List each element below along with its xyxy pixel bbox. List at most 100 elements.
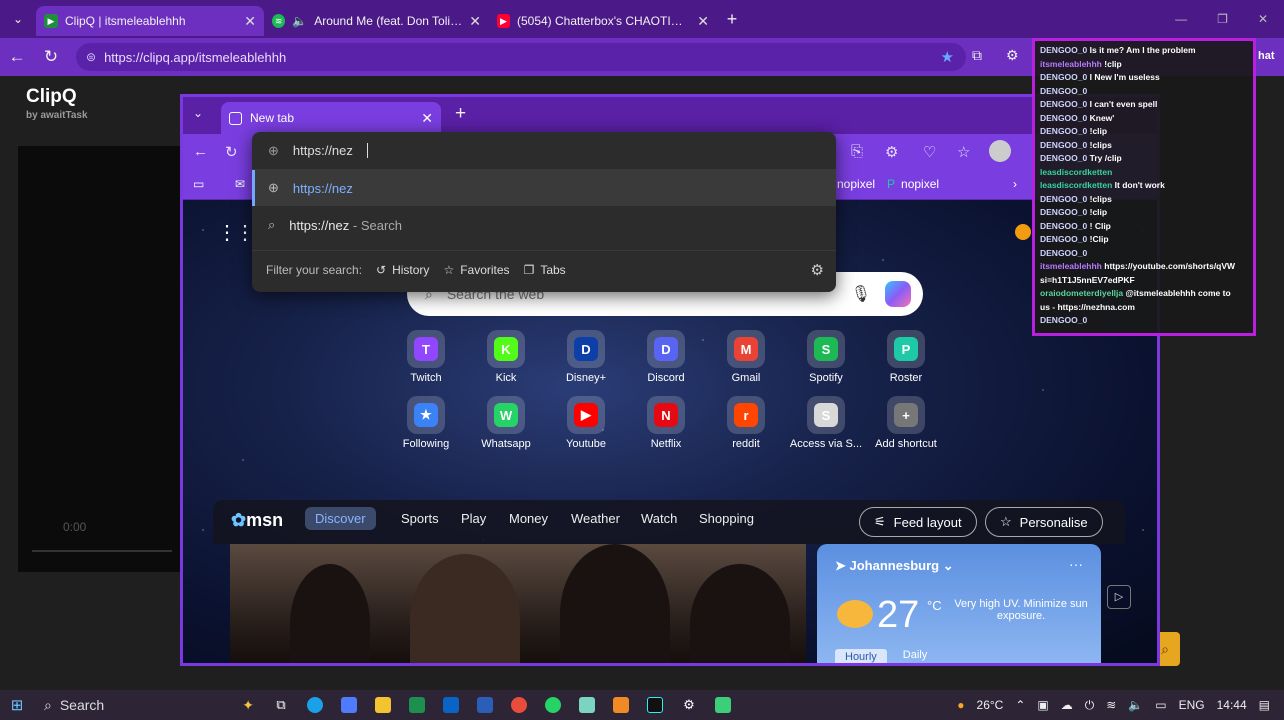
msn-tab-shopping[interactable]: Shopping [699, 511, 754, 526]
close-tab-icon[interactable]: ✕ [469, 13, 481, 30]
taskbar-weather[interactable]: 26°C [977, 698, 1004, 712]
favbar-item-nopixel-2[interactable]: Pnopixel [887, 177, 939, 191]
maximize-icon[interactable]: ❐ [1217, 12, 1228, 26]
favorite-star-icon[interactable]: ★ [941, 48, 954, 66]
inner-tab-actions-chevron-icon[interactable]: ⌄ [193, 106, 203, 120]
tray-chevron-icon[interactable]: ⌃ [1015, 698, 1025, 712]
chat-username[interactable]: DENGOO_0 [1040, 194, 1087, 204]
gear-icon[interactable]: ⚙ [811, 261, 824, 279]
close-tab-icon[interactable]: ✕ [697, 13, 709, 30]
tab-clipq[interactable]: ▶ ClipQ | itsmeleablehhh ✕ [36, 6, 264, 36]
filter-history[interactable]: ↺ History [376, 263, 429, 277]
chat-username[interactable]: itsmeleablehhh [1040, 59, 1102, 69]
file-explorer-icon[interactable] [366, 690, 400, 720]
windows-start-icon[interactable]: ⊞ [0, 696, 34, 714]
copilot-taskbar-icon[interactable] [332, 690, 366, 720]
app-icon[interactable] [570, 690, 604, 720]
input-language[interactable]: ENG [1179, 698, 1205, 712]
shortcut-reddit[interactable]: r reddit [706, 396, 786, 450]
inner-new-tab-plus-icon[interactable]: + [455, 103, 466, 125]
back-arrow-icon[interactable]: ← [0, 47, 34, 67]
site-info-icon[interactable]: ⊜ [86, 50, 96, 64]
favbar-item-icon[interactable]: ▭ [193, 177, 204, 191]
close-tab-icon[interactable]: ✕ [421, 110, 433, 127]
weather-tab-hourly[interactable]: Hourly [835, 649, 887, 663]
weather-card[interactable]: ➤ Johannesburg ⌄ ··· 27 °C Very high UV.… [817, 544, 1101, 663]
volume-icon[interactable]: 🔈 [1128, 698, 1143, 712]
suggestion-search[interactable]: ⌕ https://nez - Search [252, 207, 836, 243]
shortcut-twitch[interactable]: T Twitch [386, 330, 466, 384]
minimize-icon[interactable]: — [1175, 12, 1187, 26]
chat-username[interactable]: DENGOO_0 [1040, 99, 1087, 109]
shortcut-following[interactable]: ★ Following [386, 396, 466, 450]
extension-icon[interactable]: ⧉ [972, 47, 982, 64]
shortcut-spotify[interactable]: S Spotify [786, 330, 866, 384]
tab-youtube-video[interactable]: ▶ (5054) Chatterbox's CHAOTIC Day ✕ [489, 6, 717, 36]
chat-username[interactable]: DENGOO_0 [1040, 126, 1087, 136]
feed-layout-button[interactable]: ⚟ Feed layout [859, 507, 977, 537]
inner-browser-essentials-icon[interactable]: ♡ [923, 143, 936, 161]
msn-tab-sports[interactable]: Sports [401, 511, 439, 526]
msn-tab-play[interactable]: Play [461, 511, 486, 526]
chat-username[interactable]: leasdiscordketten [1040, 180, 1112, 190]
shortcut-access-via-s[interactable]: S Access via S... [786, 396, 866, 450]
personalise-button[interactable]: ☆ Personalise [985, 507, 1103, 537]
chat-username[interactable]: DENGOO_0 [1040, 153, 1087, 163]
inner-url-input[interactable]: ⊕ https://nez [252, 132, 836, 170]
shortcut-whatsapp[interactable]: W Whatsapp [466, 396, 546, 450]
shortcut-youtube[interactable]: ▶ Youtube [546, 396, 626, 450]
chat-username[interactable]: DENGOO_0 [1040, 248, 1087, 258]
chat-button-fragment[interactable]: hat [1258, 50, 1275, 62]
tab-actions-chevron-icon[interactable]: ⌄ [0, 0, 36, 38]
shortcut-discord[interactable]: D Discord [626, 330, 706, 384]
weather-location[interactable]: ➤ Johannesburg ⌄ [835, 558, 954, 574]
chat-username[interactable]: DENGOO_0 [1040, 86, 1087, 96]
outer-url-field[interactable]: ⊜ https://clipq.app/itsmeleablehhh ★ [76, 43, 966, 71]
extensions-puzzle-icon[interactable]: ⚙ [1006, 47, 1019, 64]
chat-username[interactable]: DENGOO_0 [1040, 315, 1087, 325]
msn-tab-watch[interactable]: Watch [641, 511, 677, 526]
new-tab-plus-icon[interactable]: + [717, 9, 747, 30]
settings-icon[interactable]: ⚙ [672, 690, 706, 720]
chat-username[interactable]: oraiodometerdiyellja [1040, 288, 1123, 298]
onedrive-icon[interactable]: ☁ [1061, 698, 1073, 712]
weather-sun-icon[interactable]: ● [957, 698, 964, 712]
shortcut-disney[interactable]: D Disney+ [546, 330, 626, 384]
weather-tab-daily[interactable]: Daily [903, 649, 927, 663]
inner-back-arrow-icon[interactable]: ← [193, 143, 208, 160]
usb-icon[interactable]: ⏻ [1085, 698, 1095, 713]
inner-favorites-icon[interactable]: ☆ [957, 143, 970, 161]
wifi-icon[interactable]: ≋ [1106, 698, 1116, 712]
msn-tab-discover[interactable]: Discover [305, 507, 376, 530]
task-view-icon[interactable]: ⧉ [264, 690, 298, 720]
shortcut-add-shortcut[interactable]: + Add shortcut [866, 396, 946, 450]
shortcut-roster[interactable]: P Roster [866, 330, 946, 384]
inner-profile-avatar[interactable] [989, 140, 1011, 162]
edge-icon[interactable] [298, 690, 332, 720]
video-progress-bar[interactable] [32, 550, 172, 552]
chat-username[interactable]: itsmeleablehhh [1040, 261, 1102, 271]
favbar-gmail-icon[interactable]: ✉ [235, 177, 245, 191]
microphone-icon[interactable]: 🎙 [851, 284, 871, 304]
news-hero-image[interactable] [230, 544, 806, 663]
chat-username[interactable]: DENGOO_0 [1040, 45, 1087, 55]
chat-username[interactable]: DENGOO_0 [1040, 113, 1087, 123]
reload-icon[interactable]: ↻ [34, 47, 68, 67]
browser-app-icon[interactable] [502, 690, 536, 720]
favbar-item-nopixel-1[interactable]: nopixel [837, 177, 875, 191]
app-icon[interactable] [604, 690, 638, 720]
shortcut-netflix[interactable]: N Netflix [626, 396, 706, 450]
taskbar-search-box[interactable]: ⌕ Search ✦ [34, 690, 264, 720]
clipq-logo[interactable]: ClipQ [26, 86, 77, 108]
rewards-icon[interactable] [1015, 224, 1031, 240]
carousel-next-icon[interactable]: ▷ [1107, 585, 1131, 609]
filter-favorites[interactable]: ☆ Favorites [443, 263, 509, 277]
video-player[interactable] [18, 146, 182, 572]
tray-app-icon[interactable]: ▣ [1037, 698, 1048, 712]
suggestion-url[interactable]: ⊕ https://nez [252, 170, 836, 206]
chat-username[interactable]: DENGOO_0 [1040, 221, 1087, 231]
inner-reload-icon[interactable]: ↻ [225, 143, 238, 161]
msn-logo[interactable]: ✿msn [231, 510, 283, 531]
inner-extension-icon[interactable]: ⚙ [885, 143, 898, 161]
copilot-icon[interactable] [885, 281, 911, 307]
